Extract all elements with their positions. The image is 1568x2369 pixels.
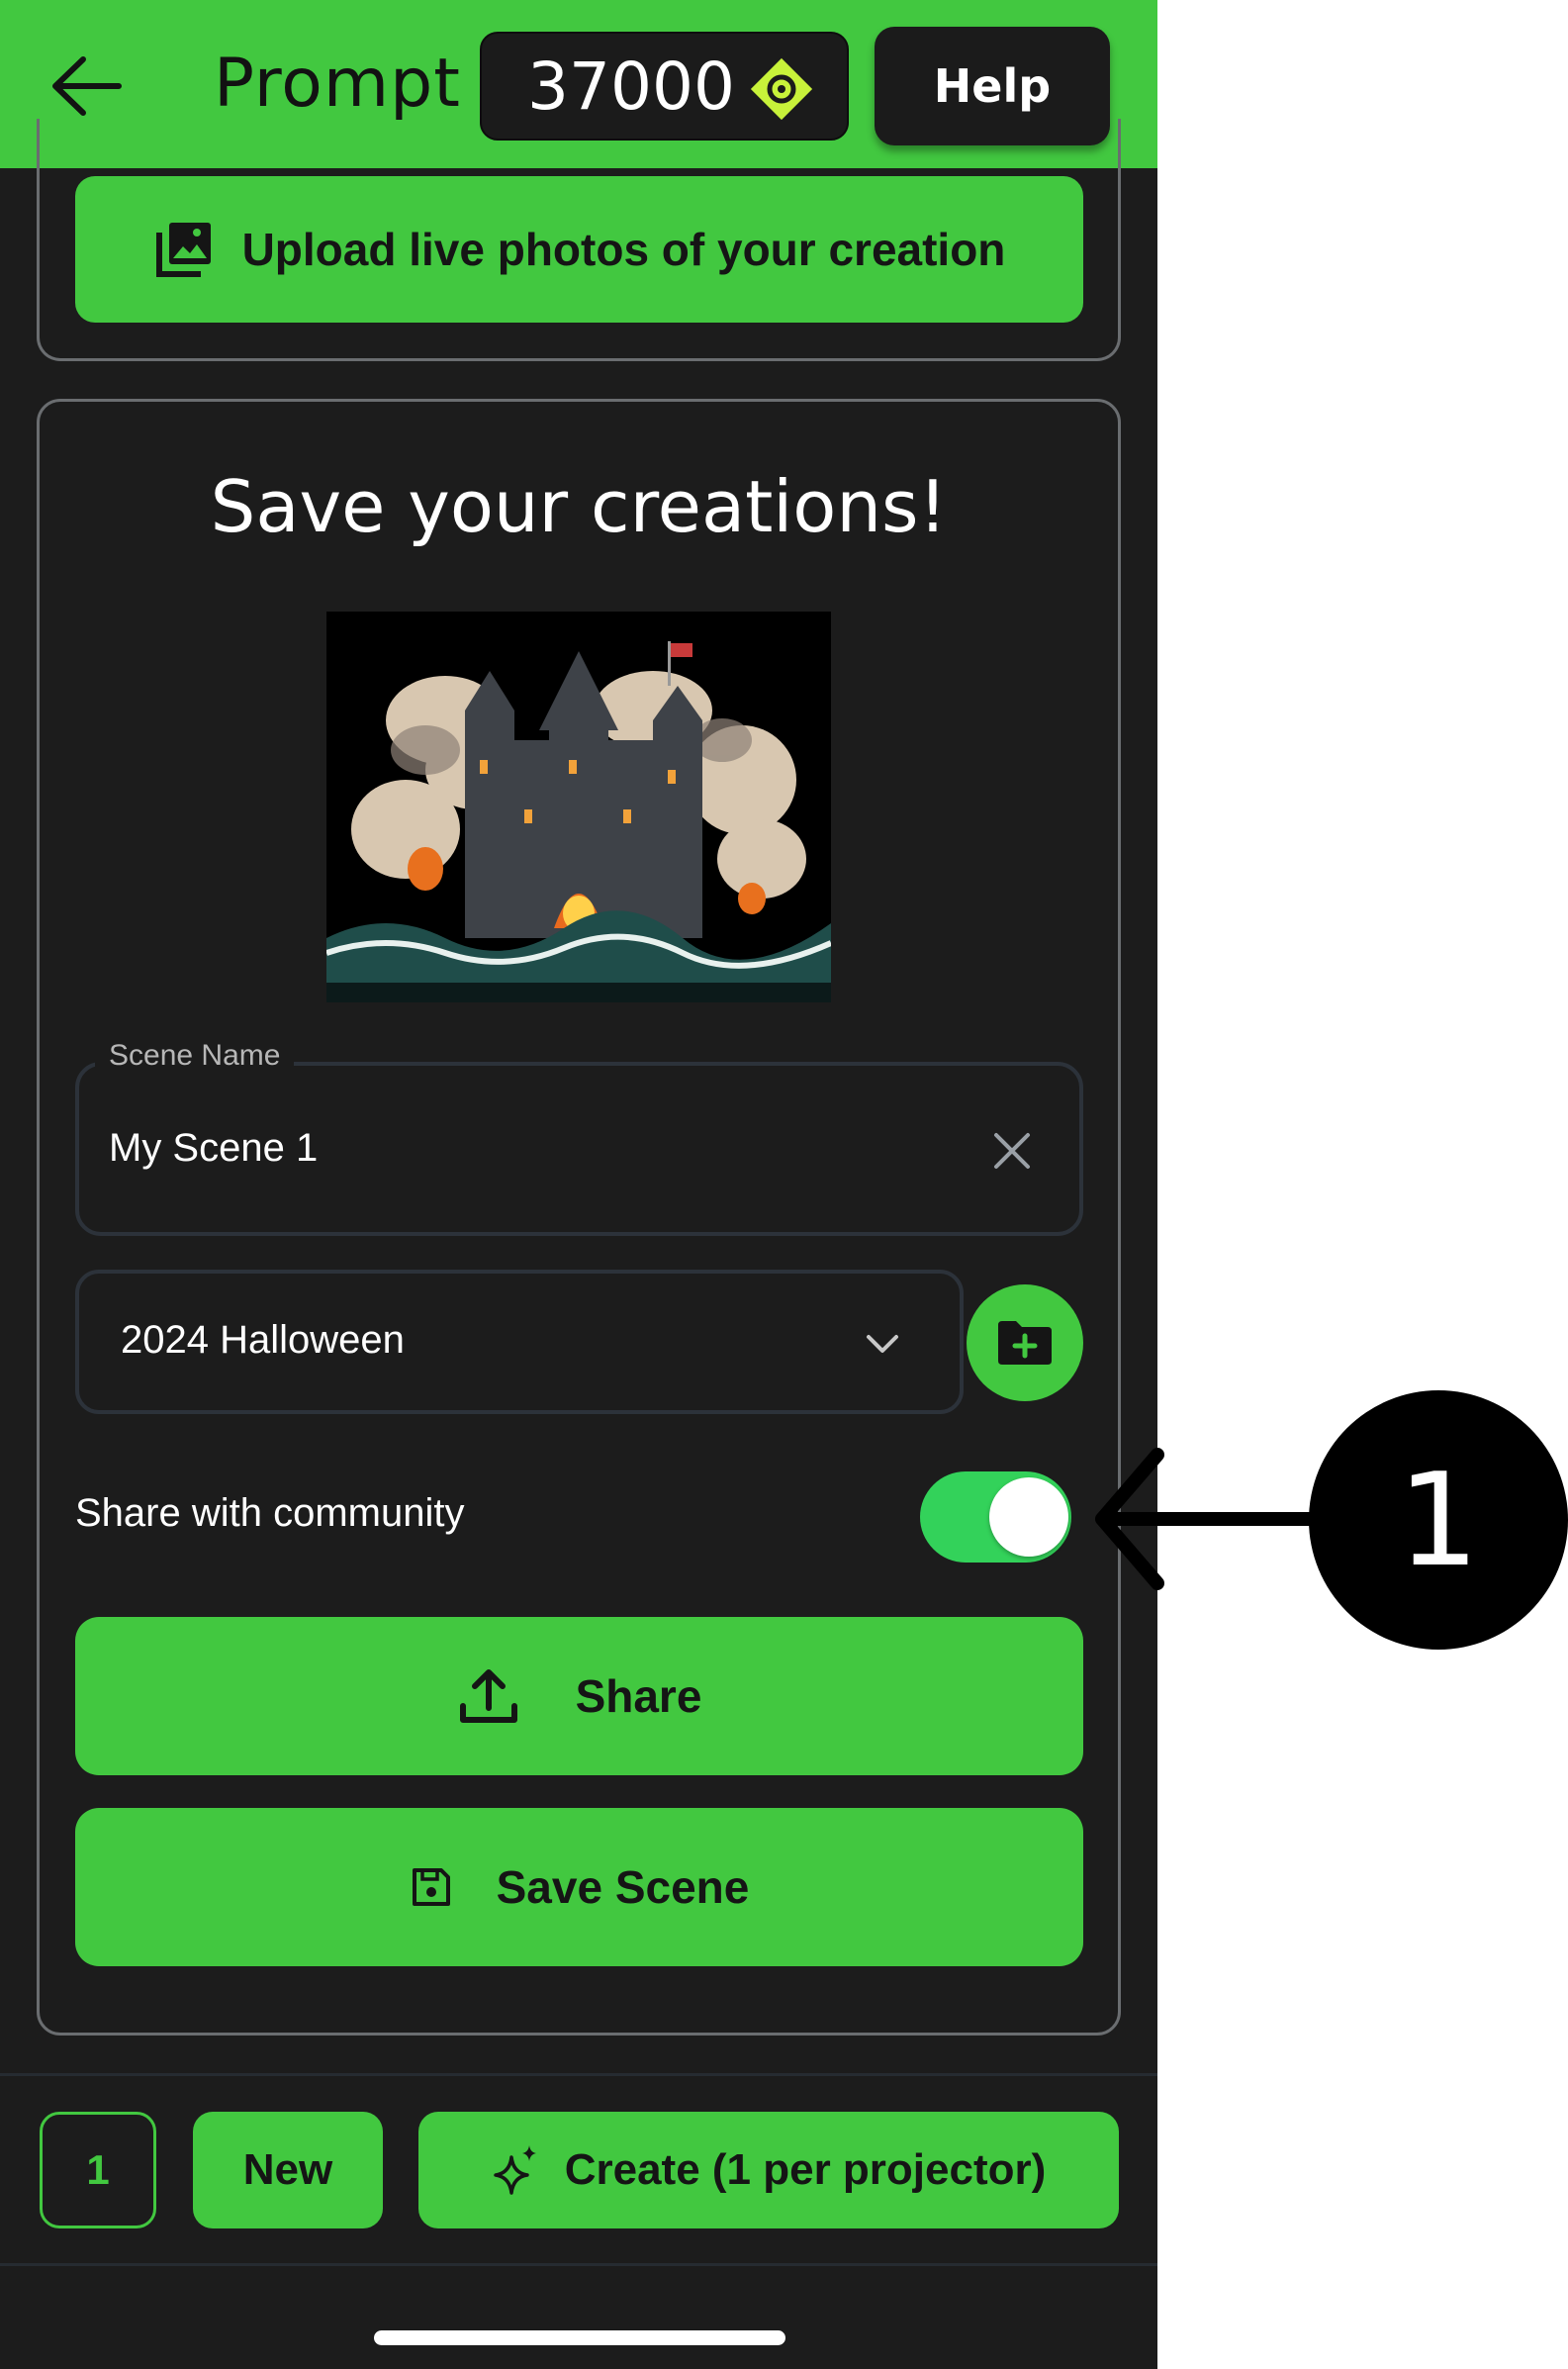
clear-icon[interactable]	[984, 1123, 1040, 1179]
app-screen: Prompt 37000 Help Upload live photos of …	[0, 0, 1157, 2369]
toggle-knob	[989, 1477, 1068, 1557]
upload-photos-label: Upload live photos of your creation	[241, 224, 1006, 275]
chevron-down-icon	[867, 1335, 898, 1353]
share-button-label: Share	[575, 1670, 702, 1722]
annotation-arrow-icon	[1095, 1448, 1323, 1590]
save-scene-label: Save Scene	[496, 1861, 750, 1913]
create-button-label: Create (1 per projector)	[564, 2145, 1047, 2194]
scene-preview-image	[326, 612, 831, 1002]
upload-photos-button[interactable]: Upload live photos of your creation	[75, 176, 1083, 323]
scene-name-input[interactable]	[109, 1118, 950, 1178]
credits-value: 37000	[527, 47, 735, 125]
save-card-title: Save your creations!	[210, 465, 948, 548]
new-button[interactable]: New	[193, 2112, 383, 2228]
create-button[interactable]: Create (1 per projector)	[418, 2112, 1119, 2228]
photo-library-icon	[155, 223, 211, 277]
annotation-badge: 1	[1309, 1390, 1568, 1650]
folder-select-value: 2024 Halloween	[121, 1318, 405, 1362]
projector-count-button[interactable]: 1	[40, 2112, 156, 2228]
home-indicator	[374, 2330, 785, 2345]
folder-plus-icon	[998, 1321, 1052, 1365]
save-icon	[412, 1868, 450, 1906]
add-folder-button[interactable]	[967, 1284, 1083, 1401]
app-title: Prompt	[214, 45, 461, 123]
share-button[interactable]: Share	[75, 1617, 1083, 1775]
diamond-coin-icon	[750, 57, 813, 121]
sparkles-icon	[493, 2145, 536, 2195]
back-arrow-icon[interactable]	[47, 51, 127, 121]
upload-icon	[459, 1669, 517, 1723]
save-scene-button[interactable]: Save Scene	[75, 1808, 1083, 1966]
share-community-label: Share with community	[75, 1491, 465, 1535]
scene-name-label: Scene Name	[95, 1039, 295, 1073]
